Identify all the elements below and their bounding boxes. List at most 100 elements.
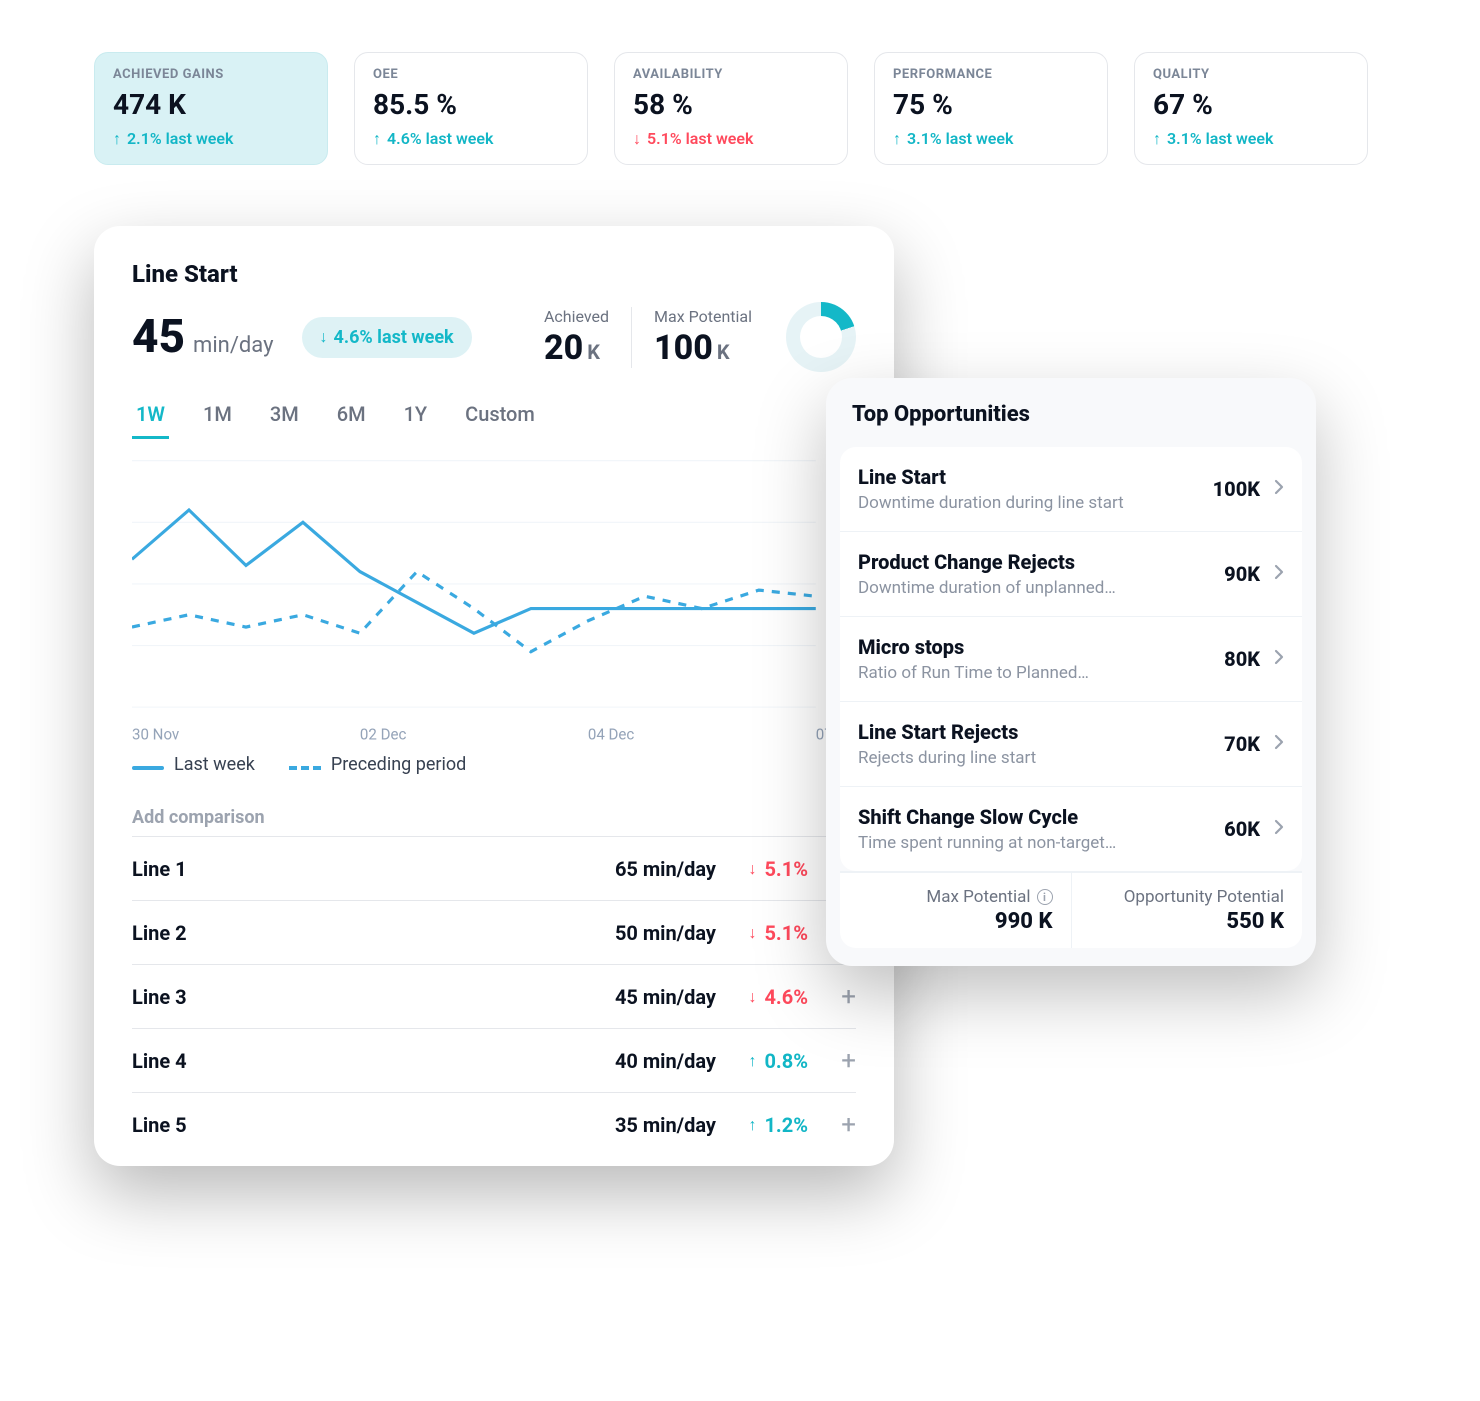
opportunity-subtitle: Time spent running at non-target… [858, 833, 1214, 853]
arrow-up-icon: ↑ [1153, 131, 1161, 147]
tab-3m[interactable]: 3M [266, 402, 303, 439]
kpi-value: 67 % [1153, 88, 1349, 121]
opportunity-item[interactable]: Product Change RejectsDowntime duration … [840, 531, 1302, 616]
footer-opp-value: 550 K [1090, 909, 1285, 934]
kpi-card-performance[interactable]: PERFORMANCE75 %↑3.1% last week [874, 52, 1108, 165]
footer-max-col: Max Potentiali 990 K [840, 873, 1071, 948]
line-row[interactable]: Line 4 40 min/day↑0.8%+ [132, 1028, 856, 1092]
trend-pill: ↓ 4.6% last week [302, 317, 472, 358]
kpi-trend: ↑3.1% last week [893, 129, 1089, 148]
achieved-value: 20 [544, 328, 583, 368]
opportunity-title: Line Start [858, 465, 1203, 489]
kpi-trend: ↓5.1% last week [633, 129, 829, 148]
opportunities-list: Line Start Downtime duration during line … [840, 447, 1302, 871]
opportunity-title: Line Start Rejects [858, 720, 1214, 744]
pill-text: 4.6% last week [334, 327, 454, 348]
opportunity-value: 70K [1224, 732, 1260, 756]
kpi-trend: ↑2.1% last week [113, 129, 309, 148]
line-delta: ↓5.1% [716, 921, 808, 945]
line-name: Line 2 [132, 921, 187, 945]
kpi-label: ACHIEVED GAINS [113, 67, 309, 82]
opportunity-subtitle: Downtime duration of unplanned… [858, 578, 1214, 598]
tab-1w[interactable]: 1W [132, 402, 169, 439]
line-row[interactable]: Line 2 50 min/day↓5.1% [132, 900, 856, 964]
kpi-card-quality[interactable]: QUALITY 67 % ↑3.1% last week [1134, 52, 1368, 165]
opportunity-item[interactable]: Line Start Rejects Rejects during line st… [840, 701, 1302, 786]
opportunity-value: 80K [1224, 647, 1260, 671]
kpi-value: 474 K [113, 88, 309, 121]
line-value: 35 min/day [615, 1113, 716, 1137]
opportunity-subtitle: Ratio of Run Time to Planned… [858, 663, 1214, 683]
add-comparison-button[interactable]: + [808, 1046, 856, 1076]
kpi-label: OEE [373, 67, 569, 82]
add-comparison-button[interactable]: + [808, 1110, 856, 1140]
line-value: 40 min/day [615, 1049, 716, 1073]
line-name: Line 3 [132, 985, 187, 1009]
opportunity-title: Shift Change Slow Cycle [858, 805, 1214, 829]
kpi-value: 58 % [633, 88, 829, 121]
metric-row: 45 min/day ↓ 4.6% last week Achieved 20K… [132, 302, 856, 372]
kpi-label: QUALITY [1153, 67, 1349, 82]
arrow-up-icon: ↑ [113, 131, 121, 147]
achieved-col: Achieved 20K [522, 307, 631, 368]
arrow-down-icon: ↓ [748, 989, 756, 1005]
kpi-card-achieved-gains[interactable]: ACHIEVED GAINS 474 K ↑2.1% last week [94, 52, 328, 165]
opportunities-title: Top Opportunities [826, 378, 1316, 447]
legend-dashed: Preceding period [289, 754, 466, 775]
max-label: Max Potential [654, 307, 752, 326]
kpi-trend: ↑3.1% last week [1153, 129, 1349, 148]
info-icon[interactable]: i [1037, 889, 1053, 905]
arrow-up-icon: ↑ [893, 131, 901, 147]
opportunity-value: 100K [1213, 477, 1260, 501]
line-name: Line 1 [132, 857, 187, 881]
headline-metric: 45 min/day [132, 310, 274, 364]
tab-1y[interactable]: 1Y [400, 402, 432, 439]
tab-custom[interactable]: Custom [461, 402, 539, 439]
opportunity-value: 60K [1224, 817, 1260, 841]
line-name: Line 5 [132, 1113, 187, 1137]
arrow-down-icon: ↓ [633, 131, 641, 147]
line-start-panel: Line Start 45 min/day ↓ 4.6% last week A… [94, 226, 894, 1166]
tab-1m[interactable]: 1M [199, 402, 236, 439]
tab-6m[interactable]: 6M [333, 402, 370, 439]
opportunity-subtitle: Rejects during line start [858, 748, 1214, 768]
arrow-down-icon: ↓ [320, 329, 328, 345]
achieved-max-block: Achieved 20K Max Potential 100K [522, 302, 856, 372]
legend-solid: Last week [132, 754, 255, 775]
opportunity-item[interactable]: Micro stops Ratio of Run Time to Planned…… [840, 616, 1302, 701]
metric-unit: min/day [193, 333, 274, 358]
chevron-right-icon [1274, 819, 1284, 839]
opportunity-value: 90K [1224, 562, 1260, 586]
panel-title: Line Start [132, 260, 856, 288]
arrow-down-icon: ↓ [748, 861, 756, 877]
line-row[interactable]: Line 165 min/day↓5.1% [132, 836, 856, 900]
chevron-right-icon [1274, 564, 1284, 584]
line-row[interactable]: Line 345 min/day↓4.6%+ [132, 964, 856, 1028]
opportunity-item[interactable]: Shift Change Slow Cycle Time spent runnin… [840, 786, 1302, 871]
footer-max-label: Max Potential [926, 887, 1030, 907]
add-comparison-button[interactable]: + [808, 982, 856, 1012]
trend-chart: 7654330 Nov02 Dec04 Dec07 Dec [132, 450, 856, 750]
line-row[interactable]: Line 5 35 min/day↑1.2%+ [132, 1092, 856, 1156]
arrow-up-icon: ↑ [748, 1117, 756, 1133]
achieved-unit: K [587, 340, 600, 364]
dash-swatch-icon [289, 766, 321, 770]
kpi-value: 85.5 % [373, 88, 569, 121]
line-name: Line 4 [132, 1049, 187, 1073]
kpi-trend: ↑4.6% last week [373, 129, 569, 148]
arrow-up-icon: ↑ [748, 1053, 756, 1069]
donut-icon [786, 302, 856, 372]
solid-swatch-icon [132, 766, 164, 770]
top-opportunities-card: Top Opportunities Line Start Downtime dur… [826, 378, 1316, 966]
opportunity-subtitle: Downtime duration during line start [858, 493, 1203, 513]
line-value: 50 min/day [615, 921, 716, 945]
chart-legend: Last week Preceding period [132, 754, 856, 775]
chevron-right-icon [1274, 734, 1284, 754]
kpi-card-availability[interactable]: AVAILABILITY58 %↓5.1% last week [614, 52, 848, 165]
line-delta: ↑1.2% [716, 1113, 808, 1137]
opportunity-title: Micro stops [858, 635, 1214, 659]
opportunity-item[interactable]: Line Start Downtime duration during line … [840, 447, 1302, 531]
line-delta: ↑0.8% [716, 1049, 808, 1073]
kpi-card-oee[interactable]: OEE 85.5 % ↑4.6% last week [354, 52, 588, 165]
svg-text:02 Dec: 02 Dec [360, 725, 406, 744]
